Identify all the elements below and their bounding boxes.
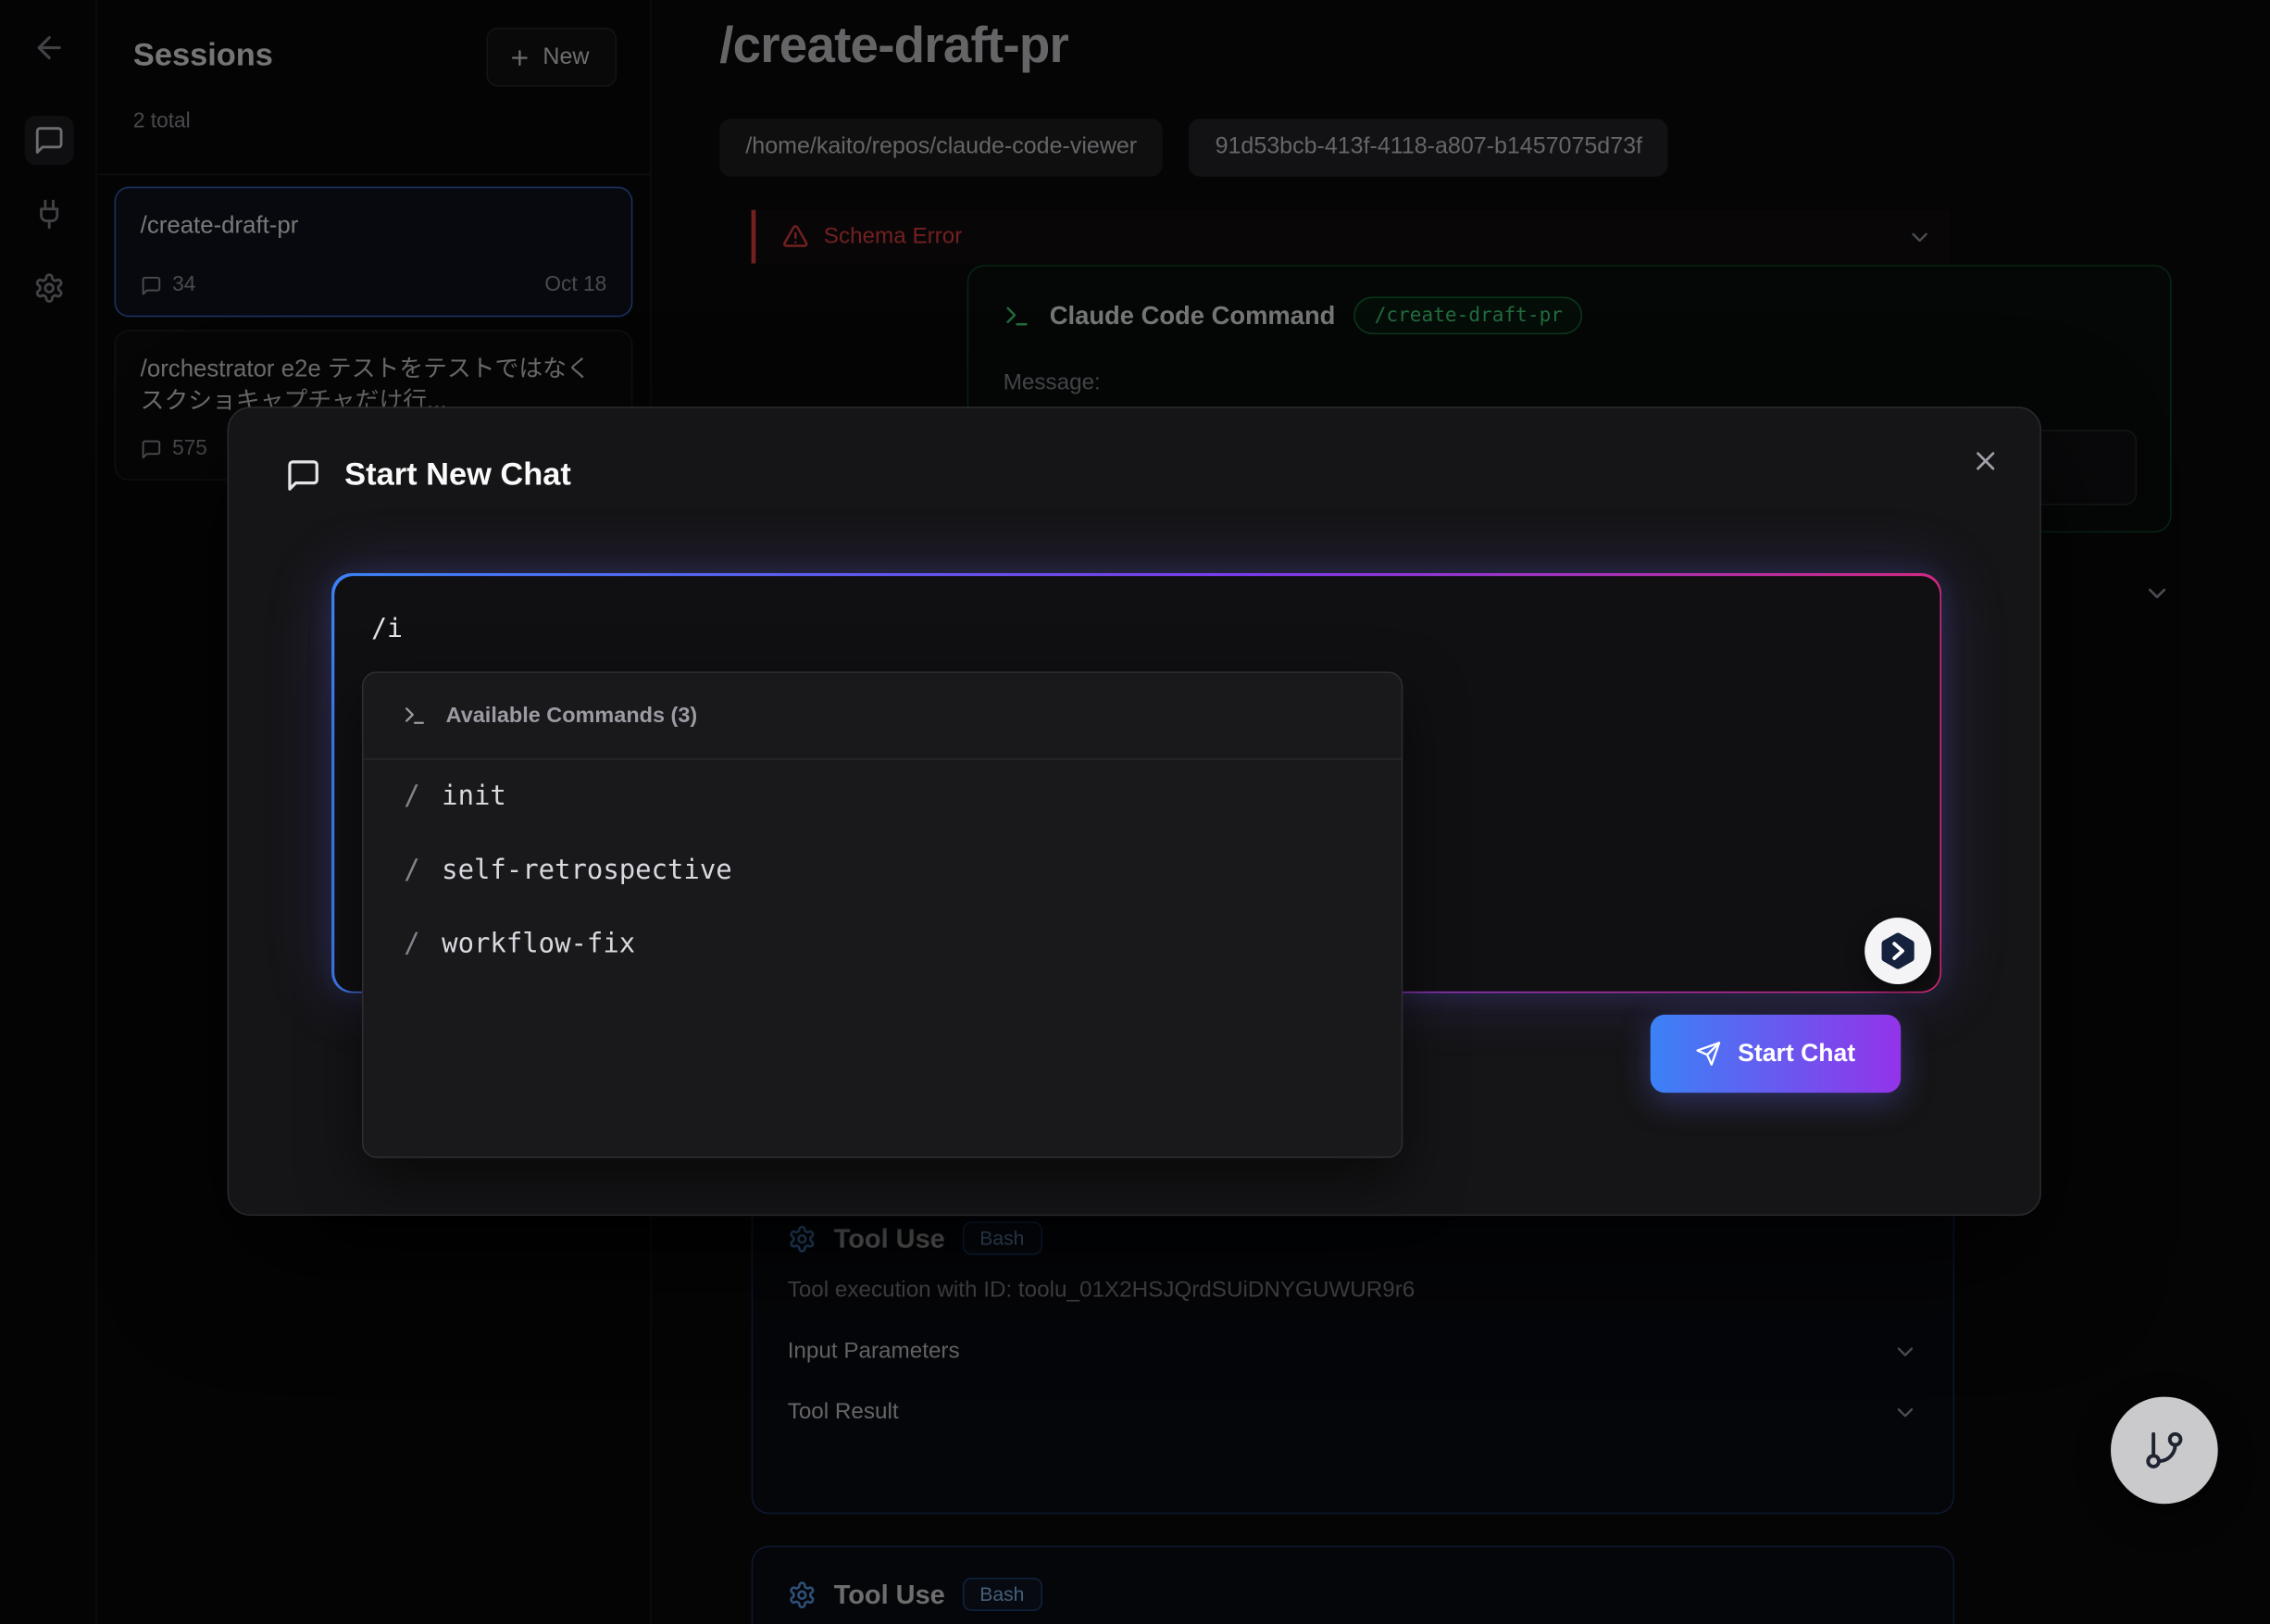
workflow-fab-button[interactable]	[2111, 1397, 2218, 1505]
command-option-self-retrospective[interactable]: / self-retrospective	[364, 833, 1402, 907]
terminal-icon	[403, 704, 428, 729]
command-name: workflow-fix	[442, 930, 635, 960]
close-button[interactable]	[1959, 434, 2011, 486]
modal-title: Start New Chat	[344, 456, 571, 493]
start-chat-button[interactable]: Start Chat	[1651, 1015, 1902, 1093]
available-commands-label: Available Commands (3)	[446, 704, 698, 729]
command-prefix: /	[404, 856, 419, 886]
app-root: Sessions New 2 total /create-draft-pr 34…	[0, 0, 2270, 1624]
dropdown-header: Available Commands (3)	[364, 673, 1402, 760]
extension-hexagon-icon	[1877, 930, 1920, 973]
start-chat-label: Start Chat	[1738, 1039, 1855, 1068]
close-icon	[1970, 445, 2001, 476]
chat-icon	[285, 456, 321, 493]
git-branch-icon	[2142, 1429, 2186, 1472]
command-option-init[interactable]: / init	[364, 760, 1402, 834]
send-icon	[1696, 1041, 1722, 1067]
command-prefix: /	[404, 781, 419, 812]
command-prefix: /	[404, 930, 419, 960]
command-autocomplete-dropdown: Available Commands (3) / init / self-ret…	[362, 671, 1403, 1157]
command-name: init	[442, 781, 506, 812]
start-new-chat-modal: Start New Chat /i Available Commands (3)…	[228, 406, 2041, 1216]
extension-button[interactable]	[1865, 918, 1931, 984]
command-option-workflow-fix[interactable]: / workflow-fix	[364, 907, 1402, 981]
command-name: self-retrospective	[442, 856, 732, 886]
